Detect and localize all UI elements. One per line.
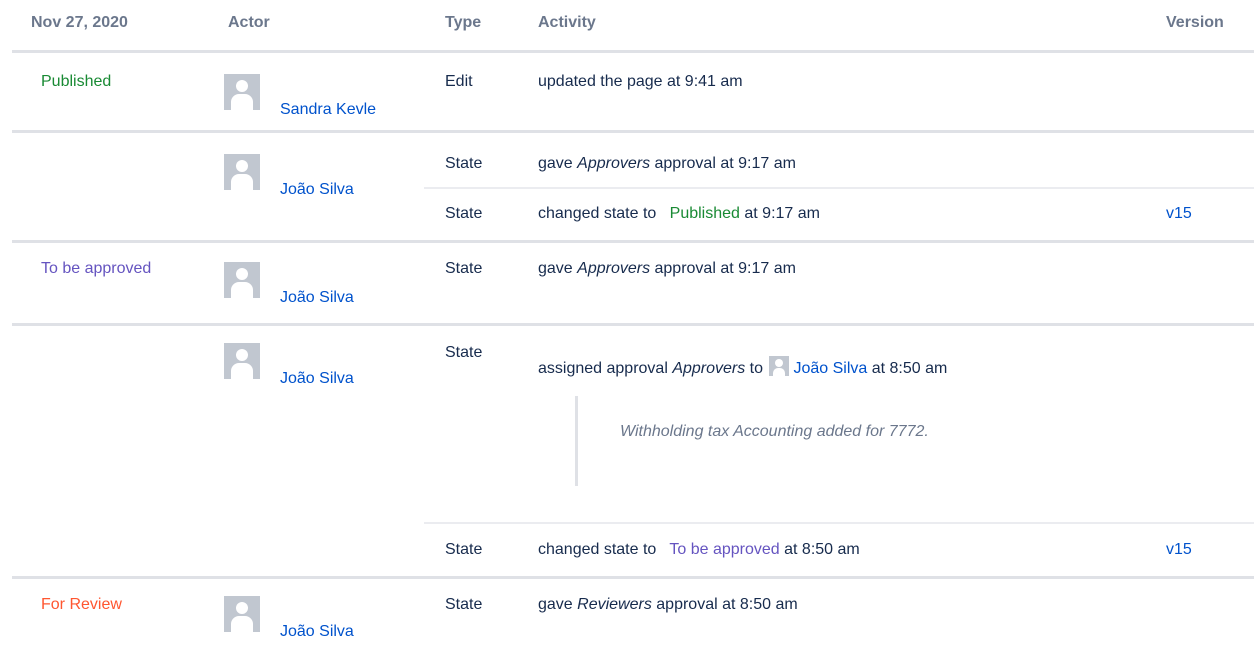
avatar-icon	[224, 596, 260, 632]
actor: João Silva	[224, 343, 424, 403]
row-type: Edit	[445, 73, 473, 90]
state-label-published: Published	[41, 73, 112, 90]
comment-text: Withholding tax Accounting added for 777…	[620, 423, 929, 440]
header-divider	[12, 50, 1254, 53]
actor: Sandra Kevle	[224, 74, 424, 134]
state-to-be-approved: To be approved	[669, 541, 780, 558]
comment-quote: Withholding tax Accounting added for 777…	[575, 396, 995, 486]
state-label-for-review: For Review	[41, 596, 122, 613]
row-activity: gave Reviewers approval at 8:50 am	[538, 596, 798, 613]
group-divider	[12, 576, 1254, 579]
row-type: State	[445, 205, 483, 222]
row-activity: assigned approval Approvers to João Silv…	[538, 356, 947, 378]
row-activity: changed state to Published at 9:17 am	[538, 205, 820, 222]
row-type: State	[445, 260, 483, 277]
assignee-avatar-icon	[769, 356, 790, 376]
actor-name-link[interactable]: João Silva	[280, 370, 354, 388]
avatar-icon	[224, 154, 260, 190]
actor: João Silva	[224, 262, 424, 322]
row-activity: gave Approvers approval at 9:17 am	[538, 155, 796, 172]
state-published: Published	[669, 205, 740, 222]
header-actor: Actor	[228, 14, 270, 31]
row-divider	[424, 522, 1254, 524]
row-activity: gave Approvers approval at 9:17 am	[538, 260, 796, 277]
state-label-to-be-approved: To be approved	[41, 260, 152, 277]
header-activity: Activity	[538, 14, 596, 31]
actor-name-link[interactable]: Sandra Kevle	[280, 101, 376, 119]
row-activity: updated the page at 9:41 am	[538, 73, 743, 90]
assignee-link[interactable]: João Silva	[793, 360, 867, 377]
actor-name-link[interactable]: João Silva	[280, 623, 354, 641]
avatar-icon	[224, 262, 260, 298]
header-date: Nov 27, 2020	[31, 14, 128, 31]
version-link[interactable]: v15	[1166, 541, 1192, 559]
avatar-icon	[224, 343, 260, 379]
row-type: State	[445, 541, 483, 558]
row-type: State	[445, 596, 483, 613]
row-type: State	[445, 155, 483, 172]
actor: João Silva	[224, 596, 424, 655]
row-type: State	[445, 344, 483, 361]
avatar-icon	[224, 74, 260, 110]
group-divider	[12, 130, 1254, 133]
actor: João Silva	[224, 154, 424, 214]
header-type: Type	[445, 14, 482, 31]
actor-name-link[interactable]: João Silva	[280, 289, 354, 307]
group-divider	[12, 323, 1254, 326]
group-divider	[12, 240, 1254, 243]
header-version: Version	[1166, 14, 1224, 31]
actor-name-link[interactable]: João Silva	[280, 181, 354, 199]
row-divider	[424, 187, 1254, 189]
row-activity: changed state to To be approved at 8:50 …	[538, 541, 860, 558]
version-link[interactable]: v15	[1166, 205, 1192, 223]
